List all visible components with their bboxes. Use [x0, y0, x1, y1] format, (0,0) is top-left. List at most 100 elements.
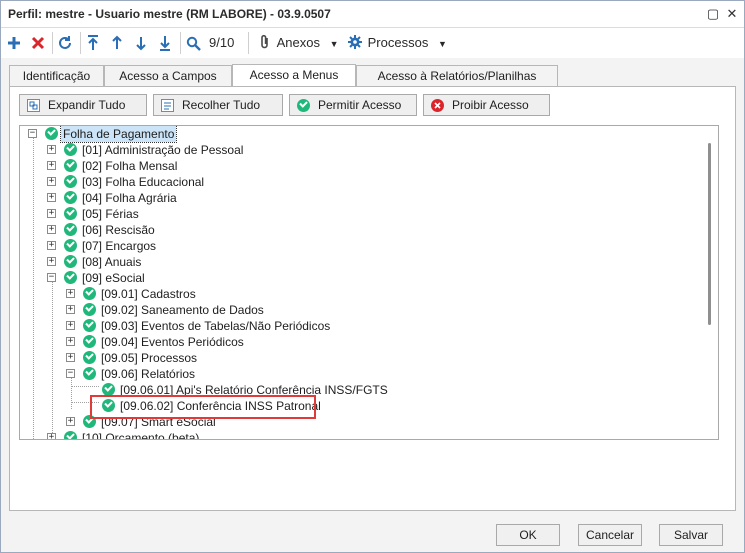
expand-icon [27, 99, 40, 112]
tab-identificacao[interactable]: Identificação [9, 65, 104, 86]
expand-all-button[interactable]: Expandir Tudo [19, 94, 147, 116]
gear-icon [348, 35, 362, 49]
toolbar-separator [180, 32, 181, 54]
expand-toggle-icon[interactable]: + [47, 209, 56, 218]
expand-toggle-icon[interactable]: + [47, 257, 56, 266]
collapse-toggle-icon[interactable]: − [28, 129, 37, 138]
toolbar-separator [52, 32, 53, 54]
collapse-all-button[interactable]: Recolher Tudo [153, 94, 283, 116]
previous-record-button[interactable] [110, 33, 124, 53]
restore-icon[interactable]: ▢ [704, 5, 722, 23]
tree-node-label: [06] Rescisão [82, 223, 155, 237]
check-icon [83, 335, 96, 348]
check-icon [83, 367, 96, 380]
tree-node-label: [09.01] Cadastros [101, 287, 196, 301]
check-icon [64, 159, 77, 172]
dialog-window: Perfil: mestre - Usuario mestre (RM LABO… [0, 0, 745, 553]
check-icon [83, 319, 96, 332]
next-record-button[interactable] [134, 33, 148, 53]
check-icon [64, 207, 77, 220]
collapse-icon [161, 99, 174, 112]
plus-icon [8, 37, 20, 49]
last-record-button[interactable] [158, 33, 172, 53]
arrow-first-icon [88, 35, 98, 50]
arrow-up-icon [112, 35, 122, 49]
tree-node-label: [09.03] Eventos de Tabelas/Não Periódico… [101, 319, 331, 333]
expand-toggle-icon[interactable]: + [47, 433, 56, 439]
expand-toggle-icon[interactable]: + [47, 193, 56, 202]
delete-button[interactable] [31, 33, 45, 53]
cancel-button[interactable]: Cancelar [578, 524, 642, 546]
check-icon [64, 255, 77, 268]
check-icon [83, 287, 96, 300]
search-icon [186, 36, 201, 51]
processos-menu[interactable]: Processos ▼ [348, 33, 447, 53]
collapse-toggle-icon[interactable]: − [66, 369, 75, 378]
tab-acesso-campos[interactable]: Acesso a Campos [104, 65, 232, 86]
check-icon [83, 351, 96, 364]
expand-toggle-icon[interactable]: + [47, 161, 56, 170]
refresh-button[interactable] [57, 33, 73, 53]
tree-node-label: Folha de Pagamento [59, 126, 178, 143]
deny-access-label: Proibir Acesso [452, 98, 529, 112]
chevron-down-icon: ▼ [437, 39, 447, 49]
processos-label: Processos [367, 35, 429, 50]
tree-node-label: [01] Administração de Pessoal [82, 143, 244, 157]
expand-toggle-icon[interactable]: + [66, 337, 75, 346]
expand-all-label: Expandir Tudo [48, 98, 126, 112]
title-bar: Perfil: mestre - Usuario mestre (RM LABO… [1, 1, 744, 28]
add-button[interactable] [7, 33, 21, 53]
tab-acesso-relatorios[interactable]: Acesso à Relatórios/Planilhas [356, 65, 558, 86]
check-icon [45, 127, 58, 140]
expand-toggle-icon[interactable]: + [66, 289, 75, 298]
deny-access-button[interactable]: Proibir Acesso [423, 94, 550, 116]
expand-toggle-icon[interactable]: + [66, 321, 75, 330]
vertical-scrollbar[interactable] [703, 127, 717, 438]
tab-acesso-menus[interactable]: Acesso a Menus [232, 64, 356, 87]
check-icon [64, 239, 77, 252]
expand-toggle-icon[interactable]: + [47, 225, 56, 234]
ok-button[interactable]: OK [496, 524, 560, 546]
check-icon [297, 99, 310, 112]
tree-node-label: [09.05] Processos [101, 351, 198, 365]
check-icon [64, 143, 77, 156]
tree-node-label: [04] Folha Agrária [82, 191, 177, 205]
collapse-toggle-icon[interactable]: − [47, 273, 56, 282]
anexos-label: Anexos [276, 35, 320, 50]
tree-node-label: [08] Anuais [82, 255, 142, 269]
first-record-button[interactable] [86, 33, 100, 53]
search-button[interactable] [186, 33, 201, 53]
tree-node-label: [02] Folha Mensal [82, 159, 178, 173]
expand-toggle-icon[interactable]: + [47, 145, 56, 154]
tree-connector [33, 138, 34, 439]
expand-toggle-icon[interactable]: + [47, 241, 56, 250]
tree-node-label: [03] Folha Educacional [82, 175, 205, 189]
check-icon [64, 431, 77, 439]
refresh-icon [59, 36, 71, 49]
check-icon [64, 175, 77, 188]
anexos-menu[interactable]: Anexos ▼ [259, 33, 339, 53]
expand-toggle-icon[interactable]: + [66, 417, 75, 426]
scrollbar-thumb[interactable] [708, 143, 711, 325]
tree-connector [52, 282, 53, 439]
toolbar-separator [80, 32, 81, 54]
deny-icon [431, 99, 444, 112]
allow-access-button[interactable]: Permitir Acesso [289, 94, 417, 116]
save-button[interactable]: Salvar [659, 524, 723, 546]
check-icon [83, 303, 96, 316]
toolbar: 9/10 Anexos ▼ Processos ▼ [1, 28, 744, 58]
expand-toggle-icon[interactable]: + [66, 353, 75, 362]
tree-node-label: [09] eSocial [82, 271, 145, 285]
window-title: Perfil: mestre - Usuario mestre (RM LABO… [8, 7, 331, 21]
collapse-all-label: Recolher Tudo [182, 98, 261, 112]
dialog-footer: OK Cancelar Salvar [1, 518, 744, 552]
expand-toggle-icon[interactable]: + [66, 305, 75, 314]
close-icon[interactable]: ✕ [723, 5, 741, 23]
check-icon [64, 223, 77, 236]
menu-tree: − Folha de Pagamento + [01] Administraçã… [19, 125, 719, 440]
check-icon [64, 191, 77, 204]
tree-node-label: [09.06] Relatórios [101, 367, 196, 381]
tree-node-label: [09.04] Eventos Periódicos [101, 335, 244, 349]
expand-toggle-icon[interactable]: + [47, 177, 56, 186]
highlight-box [90, 395, 316, 419]
